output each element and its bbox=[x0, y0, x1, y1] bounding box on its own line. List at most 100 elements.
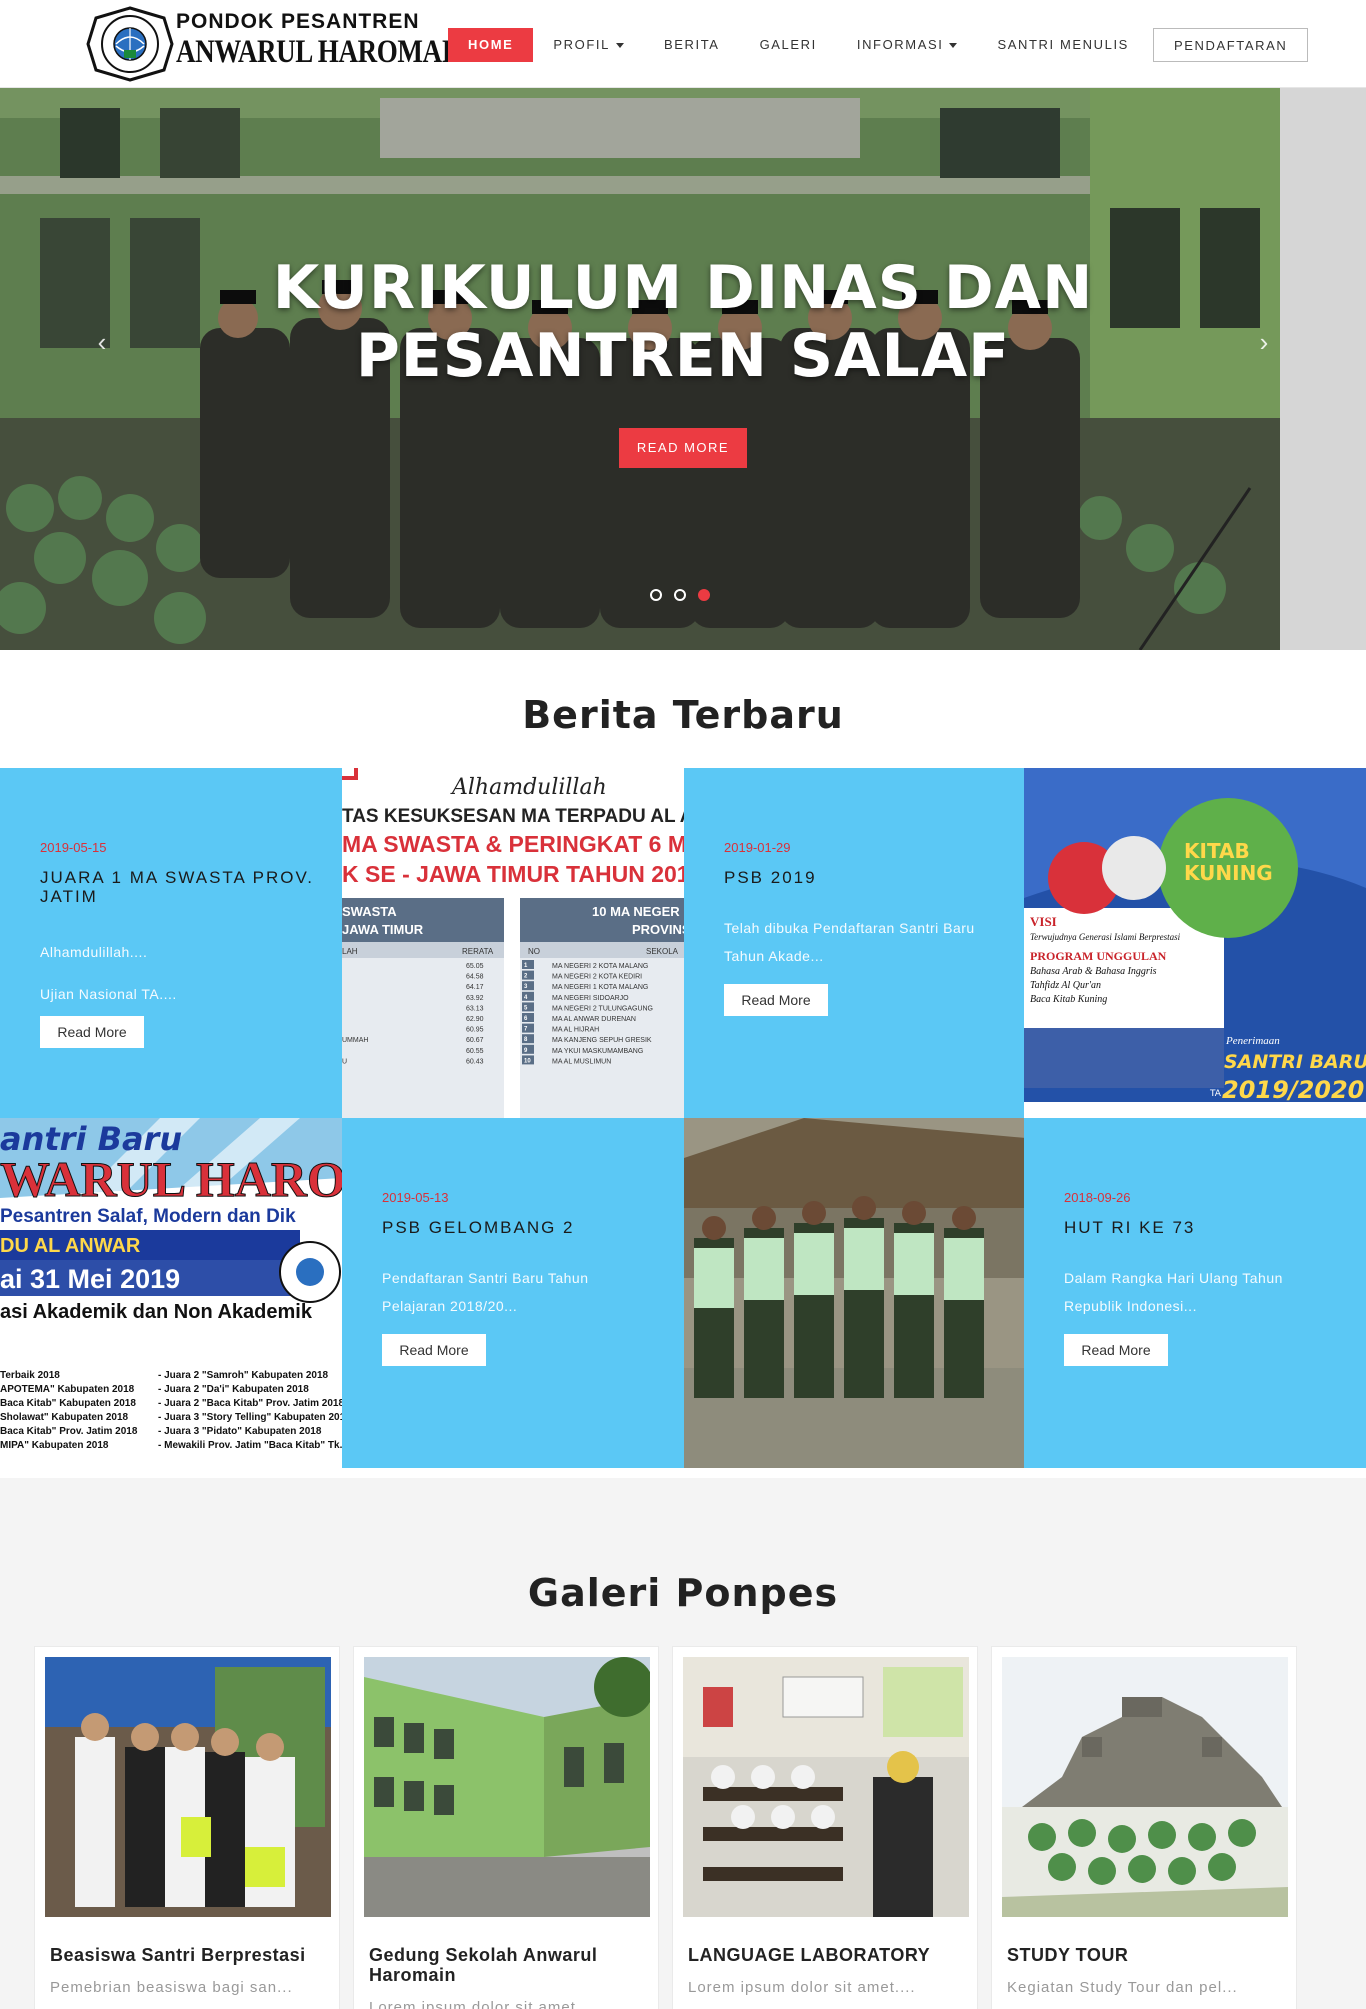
nav-galeri[interactable]: GALERI bbox=[740, 28, 837, 62]
news-title[interactable]: HUT RI KE 73 bbox=[1064, 1218, 1344, 1237]
gallery-card[interactable]: Gedung Sekolah Anwarul Haromain Lorem ip… bbox=[353, 1646, 659, 2009]
gallery-card[interactable]: LANGUAGE LABORATORY Lorem ipsum dolor si… bbox=[672, 1646, 978, 2009]
poster3-left-item: MIPA" Kabupaten 2018 bbox=[0, 1440, 109, 1451]
poster-left-name: U bbox=[342, 1058, 347, 1065]
nav-santri-menulis[interactable]: SANTRI MENULIS bbox=[977, 28, 1148, 62]
poster3-line-2: WARUL HAROMAI bbox=[0, 1151, 342, 1207]
news-card[interactable]: 2018-09-26 HUT RI KE 73 Dalam Rangka Har… bbox=[1024, 1118, 1366, 1468]
salute-photo bbox=[684, 1118, 1026, 1468]
nav-informasi[interactable]: INFORMASI bbox=[837, 28, 978, 62]
news-image-juara[interactable]: Alhamdulillah TAS KESUKSESAN MA TERPADU … bbox=[342, 768, 684, 1118]
caret-down-icon bbox=[949, 43, 958, 49]
poster-left-value: 60.55 bbox=[466, 1048, 484, 1055]
nav-profil[interactable]: PROFIL bbox=[533, 28, 644, 62]
poster-kitab-1: KITAB bbox=[1184, 839, 1250, 863]
poster3-right-item: - Juara 2 "Baca Kitab" Prov. Jatim 2018 bbox=[158, 1398, 342, 1409]
gallery-title[interactable]: Gedung Sekolah Anwarul Haromain bbox=[369, 1945, 645, 1985]
read-more-button[interactable]: Read More bbox=[724, 984, 828, 1016]
nav-berita-label: BERITA bbox=[663, 37, 720, 52]
poster-visi-text: Terwujudnya Generasi Islami Berprestasi bbox=[1030, 932, 1181, 942]
poster-visi: VISI bbox=[1030, 914, 1057, 929]
gallery-card[interactable]: STUDY TOUR Kegiatan Study Tour dan pel..… bbox=[991, 1646, 1297, 2009]
gallery-description: Pemebrian beasiswa bagi san... bbox=[50, 1979, 293, 1996]
poster-right-name: MA NEGERI 2 TULUNGAGUNG bbox=[552, 1005, 653, 1012]
news-card[interactable]: 2019-05-15 JUARA 1 MA SWASTA PROV. JATIM… bbox=[0, 768, 342, 1118]
poster3-line-4: DU AL ANWAR bbox=[0, 1235, 141, 1257]
poster-left-value: 63.92 bbox=[466, 995, 484, 1002]
gallery-image[interactable] bbox=[45, 1657, 331, 1917]
gallery-card[interactable]: Beasiswa Santri Berprestasi Pemebrian be… bbox=[34, 1646, 340, 2009]
nav-informasi-label: INFORMASI bbox=[856, 37, 944, 52]
news-image-psb-gelombang[interactable]: antri Baru WARUL HAROMAI Pesantren Salaf… bbox=[0, 1118, 342, 1468]
poster3-left-item: APOTEMA" Kabupaten 2018 bbox=[0, 1384, 135, 1395]
hero-title-line-2: PESANTREN SALAF bbox=[355, 321, 1011, 391]
poster3-left-item: Baca Kitab" Prov. Jatim 2018 bbox=[0, 1426, 138, 1437]
poster3-line-3: Pesantren Salaf, Modern dan Dik bbox=[0, 1206, 296, 1227]
hero-pagination bbox=[650, 589, 710, 601]
news-date: 2018-09-26 bbox=[1064, 1190, 1131, 1205]
nav-berita[interactable]: BERITA bbox=[644, 28, 740, 62]
hero-prev-arrow[interactable]: ‹ bbox=[88, 328, 116, 356]
poster-right-name: MA NEGERI 2 KOTA MALANG bbox=[552, 963, 648, 970]
poster-ta: TA bbox=[1209, 1089, 1222, 1099]
poster3-left-item: Baca Kitab" Kabupaten 2018 bbox=[0, 1398, 136, 1409]
news-title[interactable]: PSB GELOMBANG 2 bbox=[382, 1218, 662, 1237]
poster3-right-item: - Juara 3 "Story Telling" Kabupaten 2018 bbox=[158, 1412, 342, 1423]
gallery-title[interactable]: STUDY TOUR bbox=[1007, 1945, 1283, 1965]
hero-read-more-button[interactable]: READ MORE bbox=[619, 428, 747, 468]
poster3-right-item: - Mewakili Prov. Jatim "Baca Kitab" Tk. … bbox=[158, 1440, 342, 1451]
news-card[interactable]: 2019-05-13 PSB GELOMBANG 2 Pendaftaran S… bbox=[342, 1118, 684, 1468]
poster-right-name: MA AL HIJRAH bbox=[552, 1027, 599, 1034]
hero-dot-3[interactable] bbox=[698, 589, 710, 601]
read-more-button[interactable]: Read More bbox=[382, 1334, 486, 1366]
read-more-button[interactable]: Read More bbox=[1064, 1334, 1168, 1366]
news-image-hut-ri[interactable] bbox=[684, 1118, 1026, 1468]
poster-kitab-2: KUNING bbox=[1184, 861, 1273, 885]
news-title[interactable]: PSB 2019 bbox=[724, 868, 1004, 887]
logo-line-1: PONDOK PESANTREN bbox=[176, 10, 420, 33]
poster-right-name: MA NEGERI SIDOARJO bbox=[552, 995, 629, 1002]
site-logo[interactable]: PONDOK PESANTREN ANWARUL HAROMAIN bbox=[86, 4, 471, 84]
poster-right-name: MA NEGERI 2 KOTA KEDIRI bbox=[552, 974, 642, 981]
poster-penerimaan: Penerimaan bbox=[1225, 1035, 1280, 1047]
poster-right-name: MA AL MUSLIMUN bbox=[552, 1058, 611, 1065]
gallery-image[interactable] bbox=[683, 1657, 969, 1917]
poster-program: PROGRAM UNGGULAN bbox=[1030, 949, 1167, 963]
poster-right-no: 10 bbox=[524, 1058, 531, 1064]
poster-left-value: 65.05 bbox=[466, 963, 484, 970]
hero-dot-2[interactable] bbox=[674, 589, 686, 601]
hero-dot-1[interactable] bbox=[650, 589, 662, 601]
gallery-title[interactable]: Beasiswa Santri Berprestasi bbox=[50, 1945, 326, 1965]
gallery-image[interactable] bbox=[364, 1657, 650, 1917]
news-image-psb[interactable]: KITAB KUNING VISI Terwujudnya Generasi I… bbox=[1024, 768, 1366, 1118]
poster-year: 2019/2020 bbox=[1222, 1076, 1364, 1104]
poster-program-3: Baca Kitab Kuning bbox=[1030, 994, 1107, 1005]
nav-pendaftaran-button[interactable]: PENDAFTARAN bbox=[1152, 28, 1309, 62]
poster-tbl-left-title2: JAWA TIMUR bbox=[342, 922, 424, 937]
gallery-image[interactable] bbox=[1002, 1657, 1288, 1917]
poster-left-value: 60.67 bbox=[466, 1037, 484, 1044]
news-date: 2019-01-29 bbox=[724, 840, 791, 855]
hero-title-line-1: KURIKULUM DINAS DAN bbox=[272, 253, 1094, 323]
gallery-title[interactable]: LANGUAGE LABORATORY bbox=[688, 1945, 964, 1965]
poster3-left-item: Terbaik 2018 bbox=[0, 1370, 60, 1381]
news-date: 2019-05-13 bbox=[382, 1190, 449, 1205]
poster-tbl-right-col2: SEKOLA bbox=[646, 947, 679, 956]
poster-line-3: K SE - JAWA TIMUR TAHUN 2018 - 2 bbox=[342, 861, 684, 887]
news-title[interactable]: JUARA 1 MA SWASTA PROV. JATIM bbox=[40, 868, 320, 906]
news-excerpt: Telah dibuka Pendaftaran Santri Baru Tah… bbox=[724, 920, 975, 964]
news-card[interactable]: 2019-01-29 PSB 2019 Telah dibuka Pendaft… bbox=[684, 768, 1026, 1118]
nav-home[interactable]: HOME bbox=[448, 28, 534, 62]
caret-down-icon bbox=[615, 43, 624, 49]
news-excerpt: Pendaftaran Santri Baru Tahun Pelajaran … bbox=[382, 1270, 589, 1314]
hero-title: KURIKULUM DINAS DAN PESANTREN SALAF bbox=[183, 254, 1183, 390]
logo-seal-icon bbox=[86, 6, 174, 82]
poster-left-value: 63.13 bbox=[466, 1005, 484, 1012]
nav-profil-label: PROFIL bbox=[553, 37, 610, 52]
hero-next-arrow[interactable]: › bbox=[1250, 328, 1278, 356]
poster3-right-item: - Juara 3 "Pidato" Kabupaten 2018 bbox=[158, 1426, 322, 1437]
news-excerpt: Alhamdulillah.... bbox=[40, 944, 148, 960]
news-excerpt-2: Ujian Nasional TA.... bbox=[40, 986, 177, 1002]
poster-left-value: 64.17 bbox=[466, 984, 484, 991]
read-more-button[interactable]: Read More bbox=[40, 1016, 144, 1048]
